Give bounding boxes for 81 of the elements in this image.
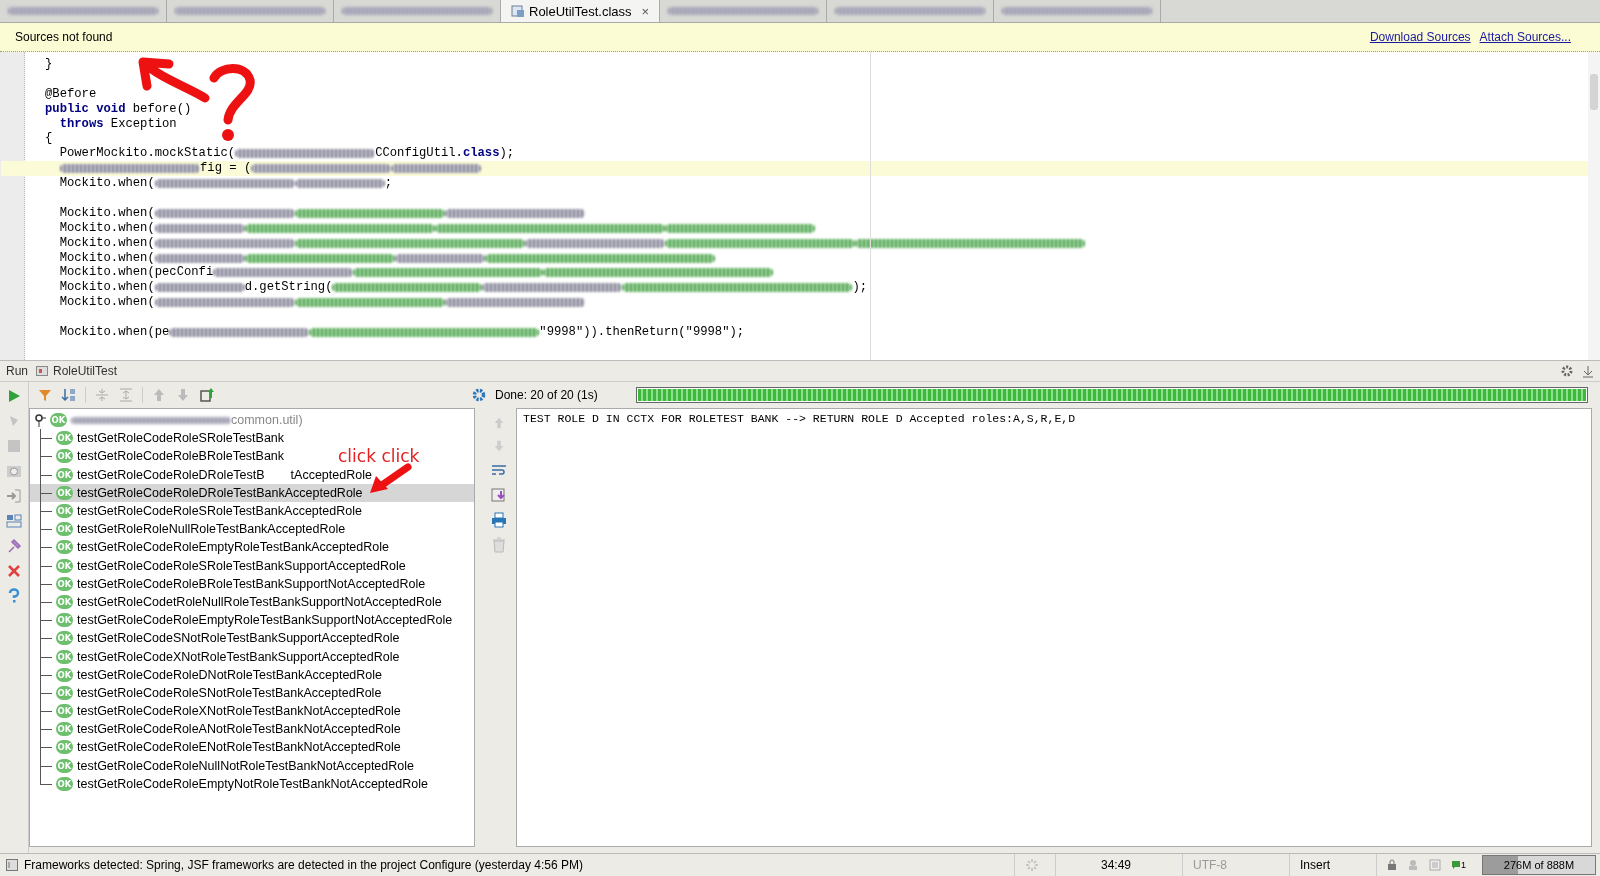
- status-badge: OK: [56, 558, 73, 573]
- tree-item[interactable]: OK testGetRoleCodeRoleSRoleTestBankSupportAcceptedRole: [30, 556, 474, 575]
- tree-item[interactable]: OK testGetRoleCodeXNotRoleTestBankSupportAcceptedRole: [30, 647, 474, 666]
- code-text: Mockito.when(pe: [58, 325, 170, 340]
- banner-link[interactable]: Attach Sources...: [1479, 30, 1571, 44]
- status-badge: OK: [56, 631, 73, 646]
- status-badge: OK: [56, 685, 73, 700]
- code-text: Exception: [109, 116, 177, 132]
- code-text: Mockito.when(: [58, 295, 155, 311]
- status-badge: OK: [56, 776, 73, 791]
- code-text: Mockito.when(: [58, 250, 155, 266]
- status-badge: OK: [56, 740, 73, 755]
- code-text: }: [45, 57, 53, 72]
- tree-item[interactable]: OK testGetRoleCodetRoleNullRoleTestBankSupportNotAcceptedRole: [30, 592, 474, 612]
- tree-item[interactable]: OK testGetRoleCodeRoleANotRoleTestBankNotAcceptedRole: [30, 720, 474, 739]
- tree-item[interactable]: OK testGetRoleCodeRoleSNotRoleTestBankAcceptedRole: [30, 683, 474, 702]
- status-badge: OK: [56, 431, 73, 446]
- tree-item[interactable]: OK testGetRoleRoleNullRoleTestBankAcceptedRole: [30, 520, 474, 539]
- tree-item[interactable]: OK testGetRoleCodeRoleENotRoleTestBankNotAcceptedRole: [30, 738, 474, 757]
- close-icon[interactable]: ×: [641, 3, 650, 19]
- status-badge: OK: [56, 504, 73, 519]
- status-badge: OK: [56, 449, 73, 464]
- code-keyword: class: [462, 146, 500, 162]
- tree-item[interactable]: OK testGetRoleCodeRoleSRoleTestBankAcceptedRole: [30, 501, 474, 521]
- code-text: );: [852, 280, 868, 296]
- code-text: Mockito.when(pecConfi: [58, 265, 214, 281]
- tab-label: RoleUtilTest.class: [529, 3, 632, 19]
- status-badge: OK: [56, 704, 73, 719]
- editor-tab[interactable]: RoleUtilTest.class ×: [501, 0, 661, 22]
- code-text: {: [45, 131, 53, 147]
- code-keyword: throws: [58, 116, 104, 132]
- tree-item[interactable]: common.util): [231, 413, 303, 428]
- code-text: ;: [384, 176, 393, 192]
- code-text: PowerMockito.mockStatic(: [58, 146, 236, 162]
- status-badge: OK: [56, 649, 73, 664]
- status-badge: OK: [56, 576, 73, 591]
- annotation-text: click click: [338, 446, 420, 466]
- status-message: Frameworks detected: Spring, JSF frameworks are detected in the project Configure (yesterday 4:56 PM): [24, 858, 583, 872]
- code-annotation: @Before: [45, 86, 97, 102]
- memory-indicator[interactable]: 276M of 888M: [1482, 855, 1596, 875]
- code-text: Mockito.when(: [58, 176, 155, 192]
- test-status: Done: 20 of 20 (1s): [495, 388, 598, 402]
- status-badge: OK: [56, 722, 73, 737]
- code-text: before(): [131, 101, 192, 117]
- status-badge: OK: [56, 594, 73, 609]
- tree-item[interactable]: OK testGetRoleCodeRoleEmptyRoleTestBankSupportNotAcceptedRole: [30, 611, 474, 630]
- tree-item[interactable]: OK testGetRoleCodeSNotRoleTestBankSupportAcceptedRole: [30, 629, 474, 648]
- banner-message: Sources not found: [15, 30, 113, 44]
- tree-item[interactable]: OK testGetRoleCodeRoleEmptyNotRoleTestBankNotAcceptedRole: [30, 774, 474, 793]
- panel-title: Run: [6, 364, 28, 378]
- caret-position[interactable]: 34:49: [1055, 854, 1176, 876]
- code-text: d.getString(: [244, 280, 333, 296]
- banner-link[interactable]: Download Sources: [1369, 30, 1471, 44]
- tree-item[interactable]: OK testGetRoleCodeRoleXNotRoleTestBankNotAcceptedRole: [30, 702, 474, 721]
- status-badge: OK: [56, 540, 73, 555]
- status-badge: OK: [56, 485, 73, 500]
- status-badge: OK: [50, 413, 67, 428]
- tree-item[interactable]: OK testGetRoleCodeRoleDRoleTestBankAcceptedRole: [30, 483, 474, 502]
- run-config-tab[interactable]: RoleUtilTest: [36, 364, 118, 378]
- status-badge: OK: [56, 522, 73, 537]
- status-badge: OK: [56, 667, 73, 682]
- tree-item[interactable]: OK testGetRoleCodeRoleDNotRoleTestBankAcceptedRole: [30, 665, 474, 684]
- code-text: );: [499, 146, 515, 162]
- code-text: CConfigUtil.: [375, 146, 463, 162]
- code-text: "9998")).thenReturn("9998");: [539, 325, 745, 340]
- tree-item[interactable]: OK testGetRoleCodeRoleNullNotRoleTestBankNotAcceptedRole: [30, 756, 474, 775]
- code-text: Mockito.when(: [58, 205, 155, 221]
- insert-mode[interactable]: Insert: [1289, 854, 1370, 876]
- status-badge: OK: [56, 613, 73, 628]
- console-output: TEST ROLE D IN CCTX FOR ROLETEST BANK --> RETURN ROLE D Accepted roles:A,S,R,E,D: [523, 412, 1077, 425]
- code-text: Mockito.when(: [58, 280, 155, 296]
- code-text: Mockito.when(: [58, 235, 155, 251]
- tree-item[interactable]: OK testGetRoleCodeRoleEmptyRoleTestBankAcceptedRole: [30, 538, 474, 557]
- code-keyword: public void: [45, 101, 126, 117]
- tree-item[interactable]: OK testGetRoleCodeRoleSRoleTestBank: [30, 429, 474, 448]
- status-badge: OK: [56, 467, 73, 482]
- code-text: fig = (: [200, 161, 252, 177]
- status-badge: OK: [56, 758, 73, 773]
- code-text: Mockito.when(: [58, 220, 155, 236]
- tree-item[interactable]: OK testGetRoleCodeRoleBRoleTestBankSupportNotAcceptedRole: [30, 574, 474, 593]
- event-log-button[interactable]: 1: [1451, 860, 1466, 870]
